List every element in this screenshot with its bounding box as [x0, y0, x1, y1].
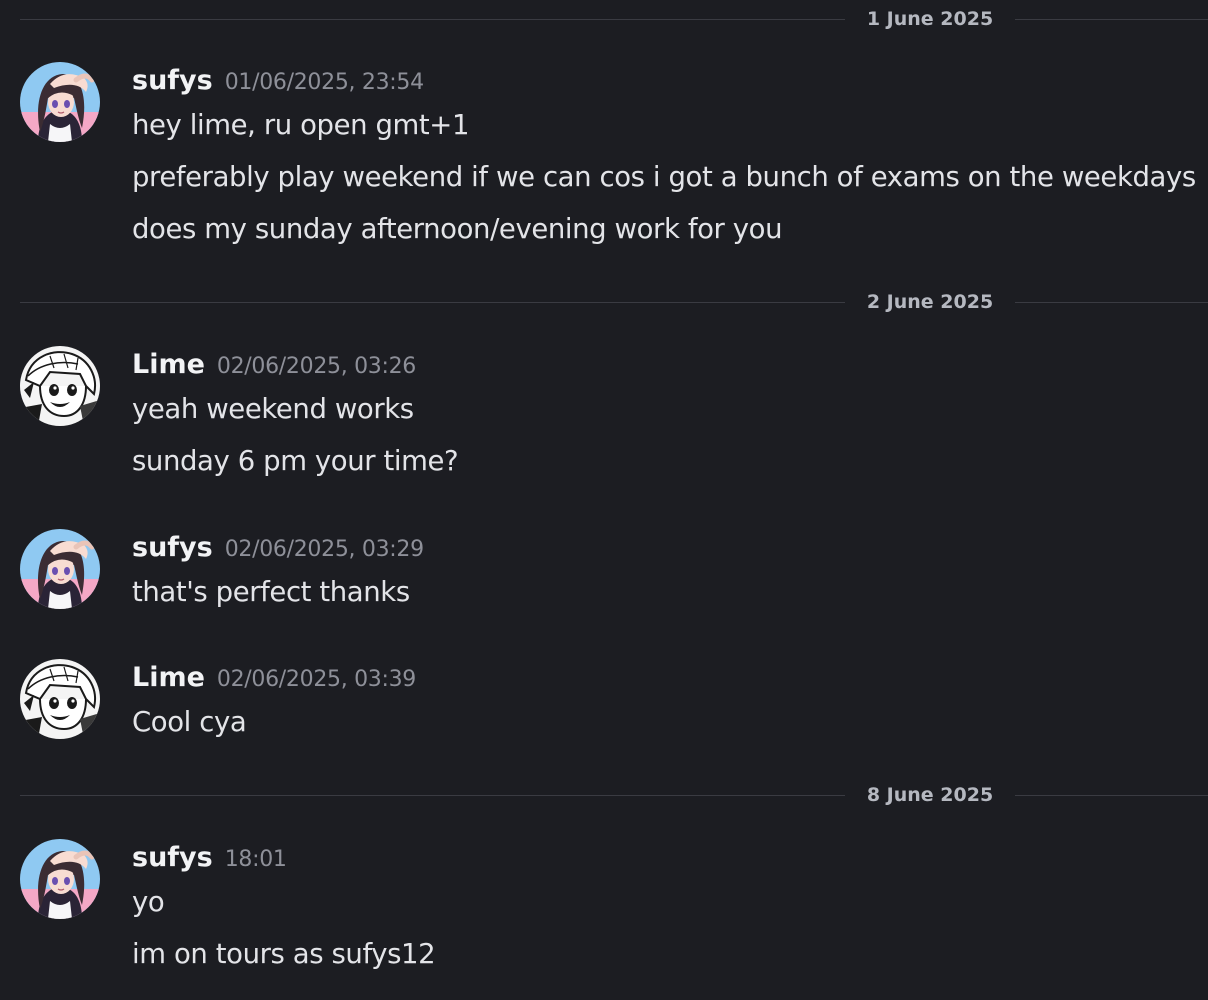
- date-divider-label: 8 June 2025: [845, 784, 1015, 806]
- avatar-lime[interactable]: [20, 659, 100, 739]
- anime-girl-avatar-icon: [20, 839, 100, 919]
- message-timestamp[interactable]: 18:01: [225, 847, 287, 872]
- message-text: does my sunday afternoon/evening work fo…: [132, 213, 783, 245]
- date-divider-label: 2 June 2025: [845, 291, 1015, 313]
- message-timestamp[interactable]: 02/06/2025, 03:39: [217, 667, 416, 692]
- manga-character-avatar-icon: [20, 659, 100, 739]
- message-text: yo: [132, 886, 165, 918]
- avatar-sufys[interactable]: [20, 62, 100, 142]
- username[interactable]: sufys: [132, 842, 213, 873]
- manga-character-avatar-icon: [20, 346, 100, 426]
- chat-message-list[interactable]: 1 June 2025 sufys 01/06/2025, 23:54 hey l…: [0, 0, 1208, 1000]
- avatar-lime[interactable]: [20, 346, 100, 426]
- username[interactable]: Lime: [132, 349, 205, 380]
- avatar-sufys[interactable]: [20, 839, 100, 919]
- avatar-sufys[interactable]: [20, 529, 100, 609]
- date-divider: 2 June 2025: [20, 291, 1208, 313]
- username[interactable]: sufys: [132, 65, 213, 96]
- message-timestamp[interactable]: 01/06/2025, 23:54: [225, 70, 424, 95]
- date-divider-label: 1 June 2025: [845, 8, 1015, 30]
- message-text: preferably play weekend if we can cos i …: [132, 161, 1196, 193]
- username[interactable]: sufys: [132, 532, 213, 563]
- message-text: Cool cya: [132, 706, 247, 738]
- anime-girl-avatar-icon: [20, 529, 100, 609]
- message-text: hey lime, ru open gmt+1: [132, 109, 470, 141]
- message-text: that's perfect thanks: [132, 576, 410, 608]
- message-timestamp[interactable]: 02/06/2025, 03:29: [225, 537, 424, 562]
- date-divider: 1 June 2025: [20, 8, 1208, 30]
- username[interactable]: Lime: [132, 662, 205, 693]
- message-text: im on tours as sufys12: [132, 938, 436, 970]
- message-timestamp[interactable]: 02/06/2025, 03:26: [217, 354, 416, 379]
- date-divider: 8 June 2025: [20, 784, 1208, 806]
- message-text: sunday 6 pm your time?: [132, 445, 459, 477]
- message-text: yeah weekend works: [132, 393, 414, 425]
- anime-girl-avatar-icon: [20, 62, 100, 142]
